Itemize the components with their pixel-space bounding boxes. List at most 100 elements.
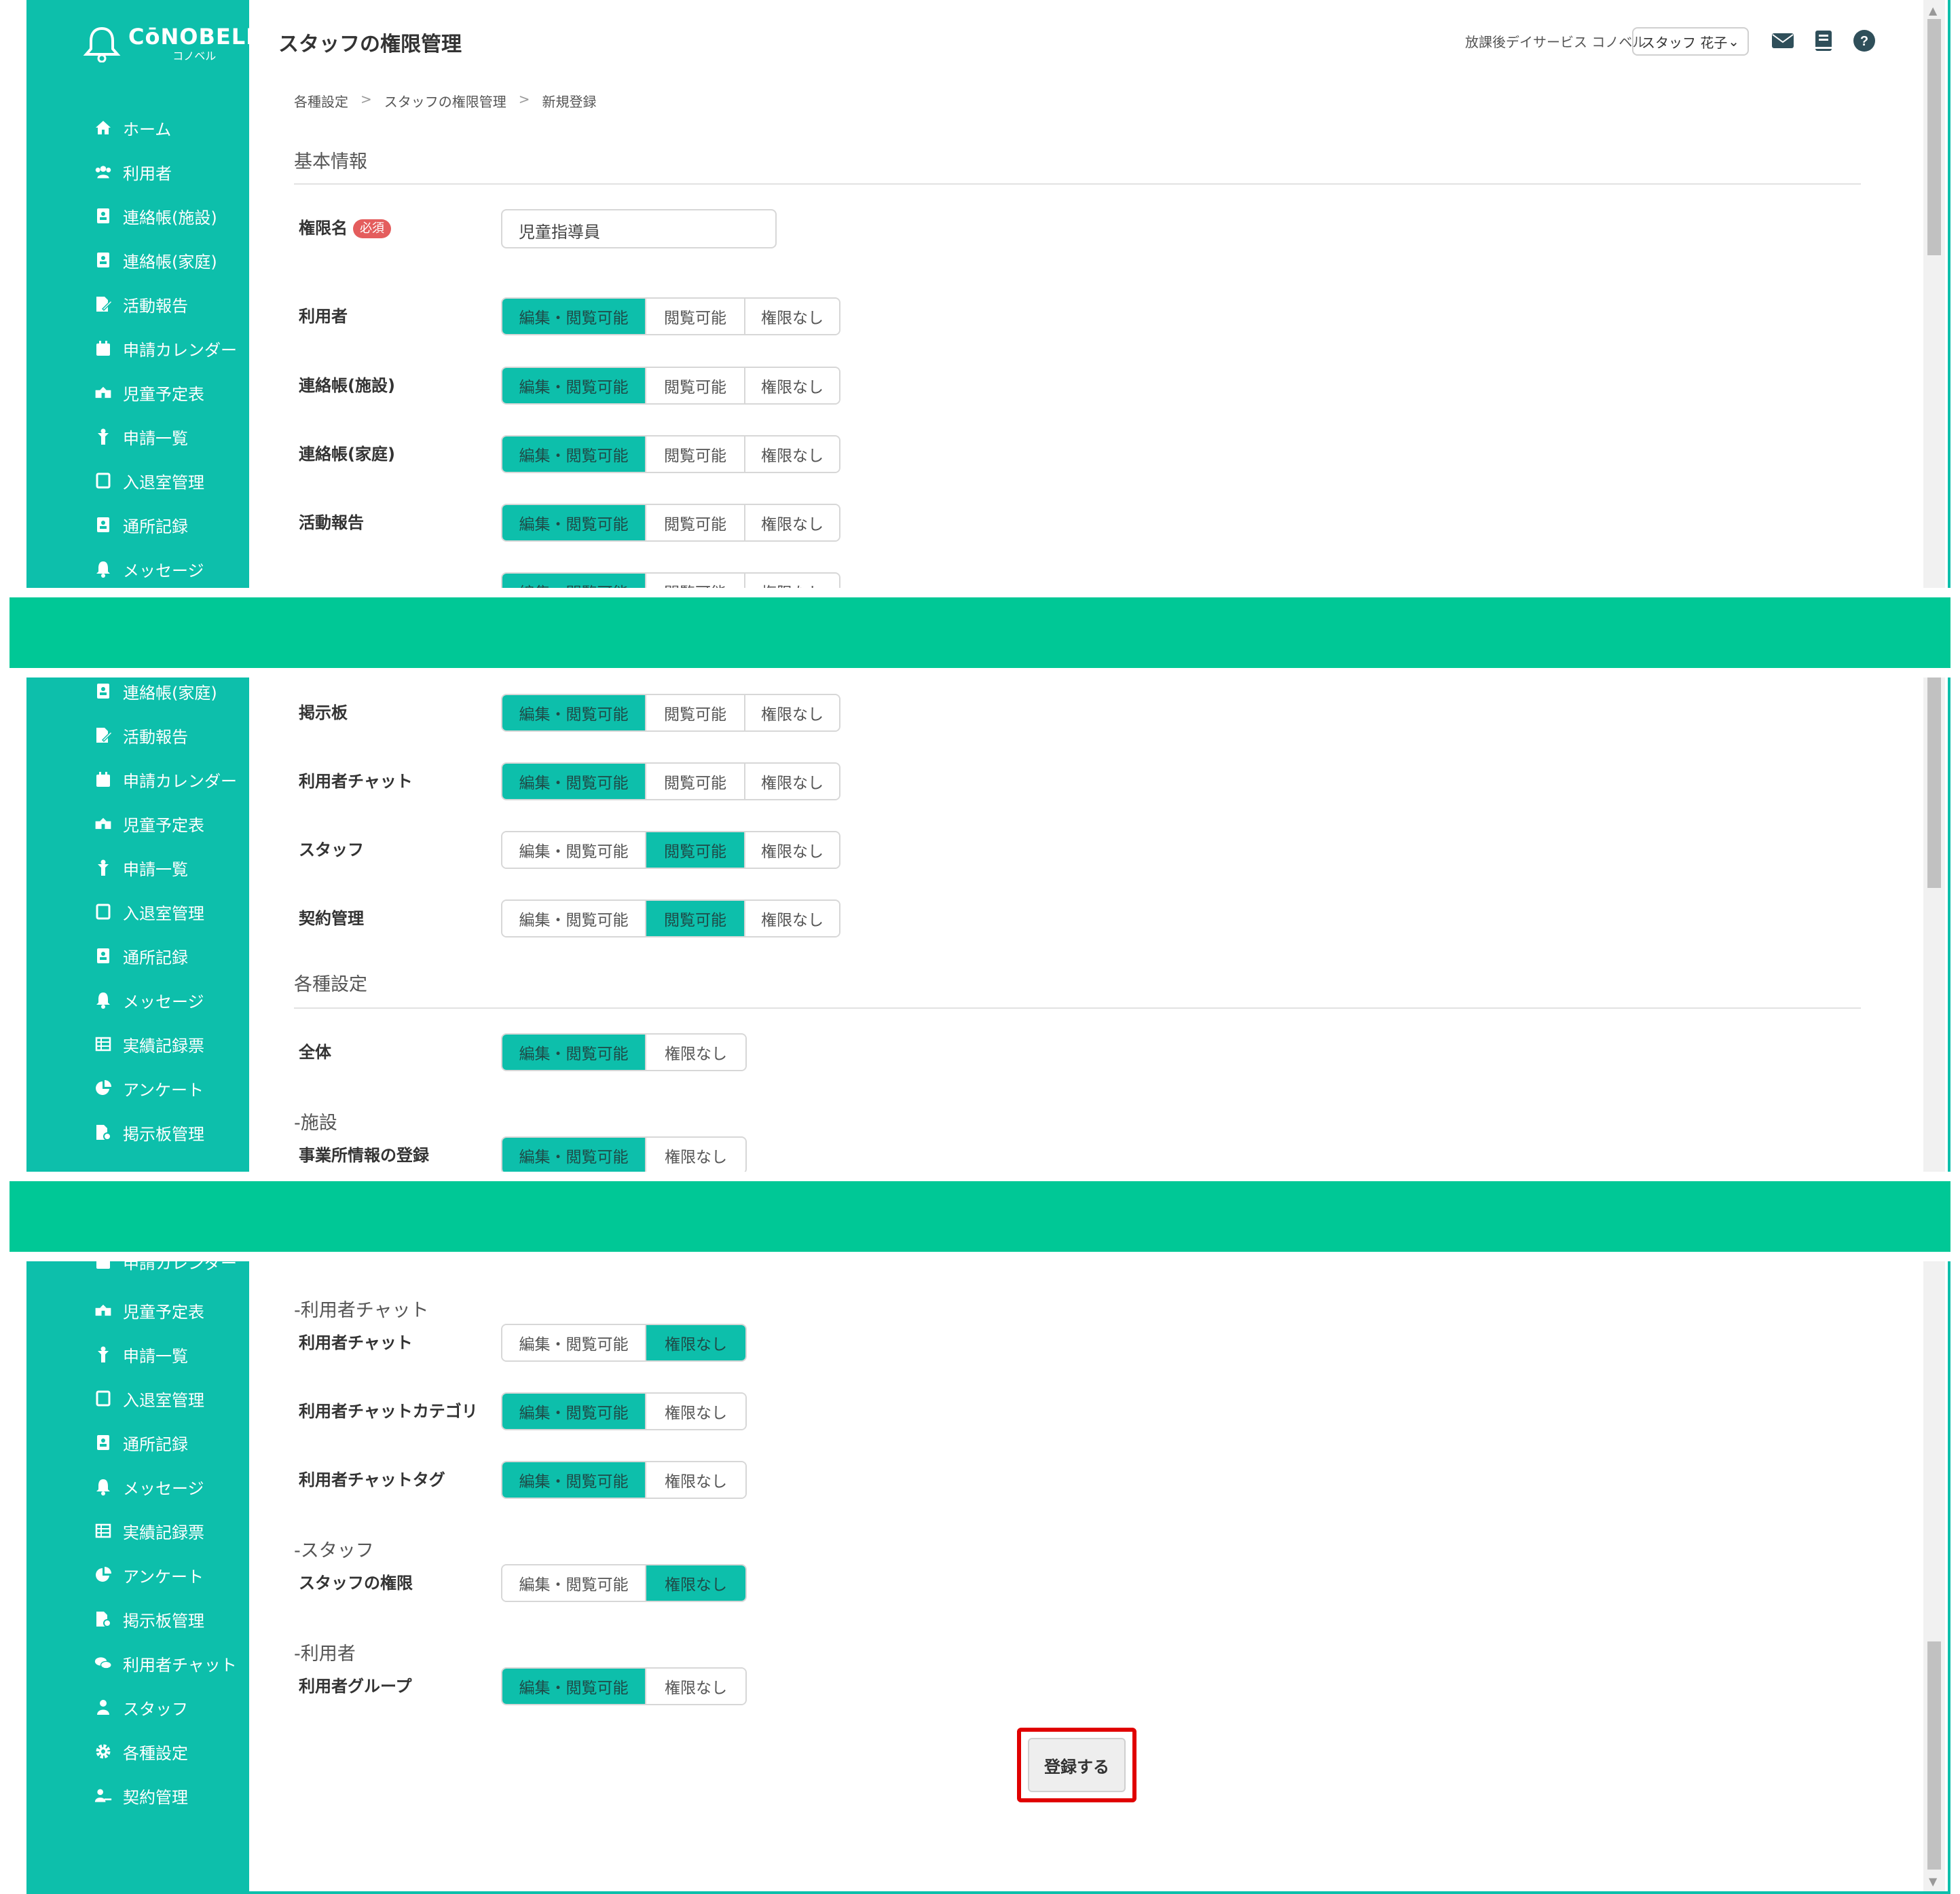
option-none[interactable]: 権限なし bbox=[745, 368, 839, 403]
option-none[interactable]: 権限なし bbox=[745, 574, 839, 588]
option-view-only[interactable]: 閲覧可能 bbox=[646, 437, 745, 472]
option-none[interactable]: 権限なし bbox=[745, 437, 839, 472]
scroll-up-icon[interactable]: ▲ bbox=[1929, 4, 1937, 17]
option-edit-view[interactable]: 編集・閲覧可能 bbox=[502, 764, 646, 799]
breadcrumb-item[interactable]: 各種設定 bbox=[294, 91, 348, 111]
sidebar-item-child-schedule[interactable]: 児童予定表 bbox=[94, 379, 204, 406]
option-none[interactable]: 権限なし bbox=[745, 832, 839, 868]
scroll-thumb[interactable] bbox=[1927, 19, 1941, 255]
option-view-only[interactable]: 閲覧可能 bbox=[646, 505, 745, 540]
scroll-thumb[interactable] bbox=[1927, 1641, 1941, 1870]
sidebar-item-activity[interactable]: 活動報告 bbox=[94, 291, 188, 318]
sidebar-item-staff[interactable]: スタッフ bbox=[94, 1694, 188, 1721]
sidebar-item-activity[interactable]: 活動報告 bbox=[94, 722, 188, 749]
scroll-down-icon[interactable]: ▼ bbox=[1929, 1875, 1937, 1888]
option-edit-view[interactable]: 編集・閲覧可能 bbox=[502, 832, 646, 868]
option-none[interactable]: 権限なし bbox=[646, 1394, 745, 1429]
sidebar-item-record-sheet[interactable]: 実績記録票 bbox=[94, 1030, 204, 1058]
option-none[interactable]: 権限なし bbox=[646, 1565, 745, 1601]
option-edit-view[interactable]: 編集・閲覧可能 bbox=[502, 1325, 646, 1360]
option-edit-view[interactable]: 編集・閲覧可能 bbox=[502, 574, 646, 588]
sidebar-item-note-home[interactable]: 連絡帳(家庭) bbox=[94, 246, 217, 274]
sidebar-item-calendar[interactable]: 申請カレンダー bbox=[94, 766, 237, 793]
sidebar-item-record-sheet[interactable]: 実績記録票 bbox=[94, 1517, 204, 1544]
option-edit-view[interactable]: 編集・閲覧可能 bbox=[502, 1035, 646, 1070]
school-icon bbox=[94, 815, 112, 832]
breadcrumb-item[interactable]: スタッフの権限管理 bbox=[384, 91, 506, 111]
sidebar-item-requests[interactable]: 申請一覧 bbox=[94, 854, 188, 881]
screen-panel-top: CōNOBELL コノベル ホーム 利用者 連絡帳(施設) 連絡帳(家庭) 活動… bbox=[0, 0, 1960, 588]
option-none[interactable]: 権限なし bbox=[745, 505, 839, 540]
sidebar-item-attendance[interactable]: 通所記録 bbox=[94, 1429, 188, 1456]
sidebar-item-home[interactable]: ホーム bbox=[94, 114, 171, 141]
role-name-input[interactable]: 児童指導員 bbox=[501, 209, 777, 248]
option-none[interactable]: 権限なし bbox=[745, 299, 839, 334]
option-edit-view[interactable]: 編集・閲覧可能 bbox=[502, 901, 646, 936]
sidebar-item-entry-exit[interactable]: 入退室管理 bbox=[94, 1385, 204, 1412]
option-edit-view[interactable]: 編集・閲覧可能 bbox=[502, 1669, 646, 1704]
sidebar-item-message[interactable]: メッセージ bbox=[94, 1473, 204, 1500]
scrollbar[interactable]: ▲ bbox=[1923, 0, 1945, 588]
option-none[interactable]: 権限なし bbox=[646, 1138, 745, 1172]
facility-name: 放課後デイサービス コノベル bbox=[1465, 34, 1646, 50]
sidebar-item-message[interactable]: メッセージ bbox=[94, 555, 204, 582]
sidebar-item-contract[interactable]: 契約管理 bbox=[94, 1782, 188, 1809]
option-view-only[interactable]: 閲覧可能 bbox=[646, 368, 745, 403]
frame-border-bottom bbox=[26, 1891, 1950, 1894]
option-view-only[interactable]: 閲覧可能 bbox=[646, 764, 745, 799]
option-view-only[interactable]: 閲覧可能 bbox=[646, 832, 745, 868]
sidebar-item-note-home[interactable]: 連絡帳(家庭) bbox=[94, 677, 217, 705]
option-edit-view[interactable]: 編集・閲覧可能 bbox=[502, 1462, 646, 1498]
address-book-icon bbox=[94, 516, 112, 534]
option-edit-view[interactable]: 編集・閲覧可能 bbox=[502, 1394, 646, 1429]
sidebar-item-entry-exit[interactable]: 入退室管理 bbox=[94, 467, 204, 494]
sidebar-item-child-schedule[interactable]: 児童予定表 bbox=[94, 810, 204, 837]
sidebar-item-message[interactable]: メッセージ bbox=[94, 986, 204, 1014]
option-none[interactable]: 権限なし bbox=[745, 695, 839, 730]
option-edit-view[interactable]: 編集・閲覧可能 bbox=[502, 299, 646, 334]
option-view-only[interactable]: 閲覧可能 bbox=[646, 901, 745, 936]
option-edit-view[interactable]: 編集・閲覧可能 bbox=[502, 1565, 646, 1601]
option-view-only[interactable]: 閲覧可能 bbox=[646, 574, 745, 588]
submit-button[interactable]: 登録する bbox=[1028, 1738, 1126, 1792]
sidebar-item-board-admin[interactable]: 掲示板管理 bbox=[94, 1119, 204, 1146]
sidebar-item-label: 入退室管理 bbox=[123, 904, 204, 923]
option-none[interactable]: 権限なし bbox=[646, 1325, 745, 1360]
staff-select[interactable]: スタッフ 花子 ⌄ bbox=[1632, 27, 1749, 56]
sidebar-item-requests[interactable]: 申請一覧 bbox=[94, 1341, 188, 1368]
option-edit-view[interactable]: 編集・閲覧可能 bbox=[502, 368, 646, 403]
frame-border bbox=[1948, 1261, 1950, 1894]
option-edit-view[interactable]: 編集・閲覧可能 bbox=[502, 1138, 646, 1172]
sidebar-item-user-chat[interactable]: 利用者チャット bbox=[94, 1650, 237, 1677]
option-none[interactable]: 権限なし bbox=[646, 1462, 745, 1498]
sidebar-item-child-schedule[interactable]: 児童予定表 bbox=[94, 1297, 204, 1324]
option-none[interactable]: 権限なし bbox=[745, 764, 839, 799]
group-title-user-chat: -利用者チャット bbox=[294, 1300, 429, 1321]
option-view-only[interactable]: 閲覧可能 bbox=[646, 299, 745, 334]
sidebar-item-calendar[interactable]: 申請カレンダー bbox=[94, 335, 237, 362]
option-edit-view[interactable]: 編集・閲覧可能 bbox=[502, 695, 646, 730]
sidebar-item-users[interactable]: 利用者 bbox=[94, 158, 172, 185]
sidebar-item-board-admin[interactable]: 掲示板管理 bbox=[94, 1605, 204, 1633]
scrollbar[interactable]: ▼ bbox=[1923, 1261, 1945, 1894]
sidebar-item-survey[interactable]: アンケート bbox=[94, 1561, 204, 1589]
sidebar-item-entry-exit[interactable]: 入退室管理 bbox=[94, 898, 204, 925]
sidebar-item-attendance[interactable]: 通所記録 bbox=[94, 511, 188, 538]
sidebar-item-settings[interactable]: 各種設定 bbox=[94, 1738, 188, 1765]
sidebar-item-survey[interactable]: アンケート bbox=[94, 1075, 204, 1102]
scroll-thumb[interactable] bbox=[1927, 677, 1941, 888]
option-none[interactable]: 権限なし bbox=[646, 1669, 745, 1704]
mail-icon[interactable] bbox=[1771, 29, 1795, 53]
help-icon[interactable]: ? bbox=[1852, 29, 1876, 53]
sidebar-item-requests[interactable]: 申請一覧 bbox=[94, 423, 188, 450]
option-edit-view[interactable]: 編集・閲覧可能 bbox=[502, 505, 646, 540]
option-view-only[interactable]: 閲覧可能 bbox=[646, 695, 745, 730]
option-none[interactable]: 権限なし bbox=[745, 901, 839, 936]
book-icon[interactable] bbox=[1811, 29, 1836, 53]
option-none[interactable]: 権限なし bbox=[646, 1035, 745, 1070]
option-edit-view[interactable]: 編集・閲覧可能 bbox=[502, 437, 646, 472]
sidebar-item-calendar[interactable]: 申請カレンダー bbox=[94, 1261, 237, 1275]
sidebar-item-note-facility[interactable]: 連絡帳(施設) bbox=[94, 202, 217, 229]
scrollbar[interactable] bbox=[1923, 677, 1945, 1172]
sidebar-item-attendance[interactable]: 通所記録 bbox=[94, 942, 188, 969]
